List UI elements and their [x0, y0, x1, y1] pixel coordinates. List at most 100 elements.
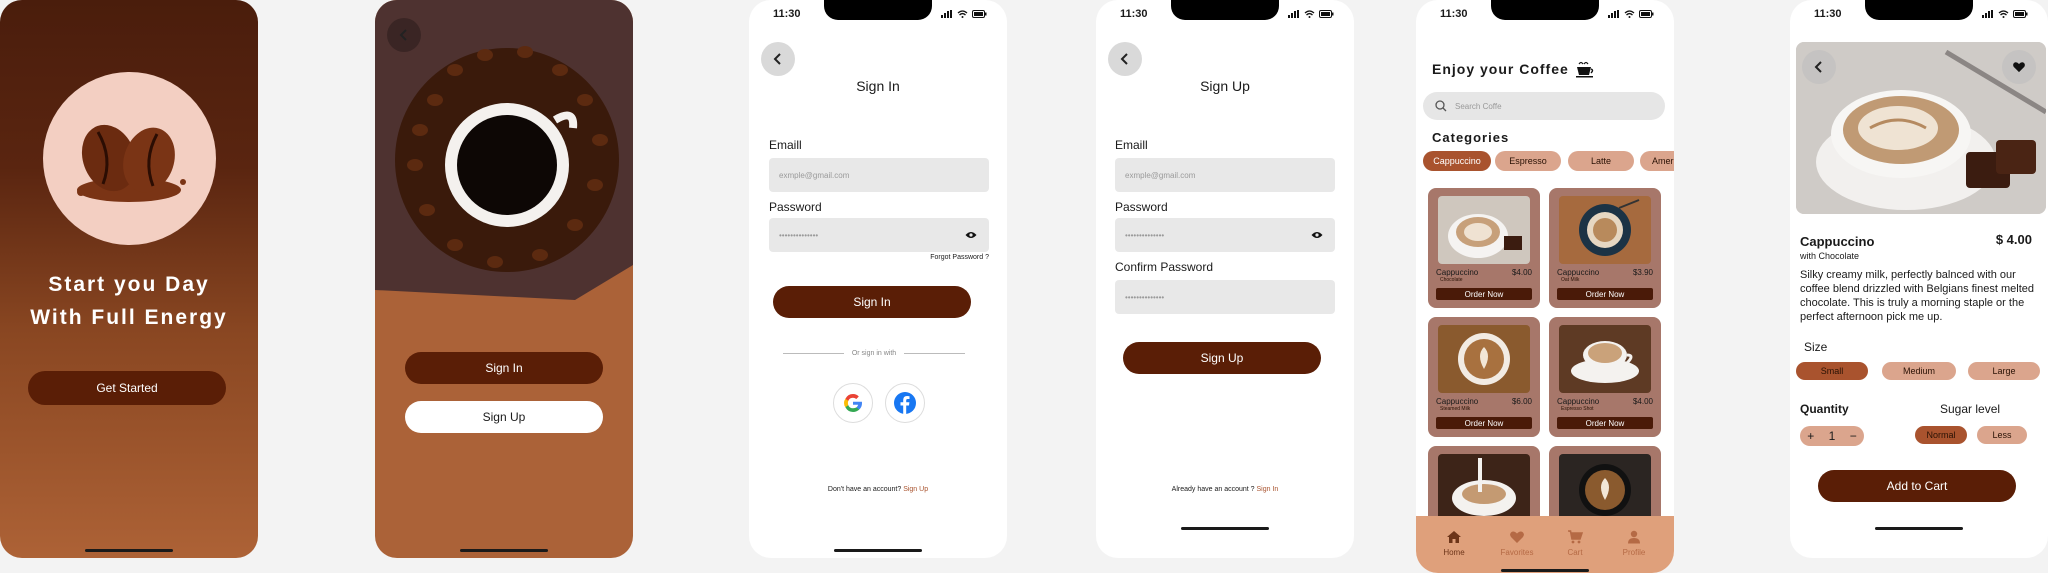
back-button[interactable] [1108, 42, 1142, 76]
nav-home-label: Home [1443, 548, 1465, 557]
espresso-cup-icon [1571, 341, 1639, 383]
signin-prompt: Already have an account ? Sign In [1096, 486, 1354, 493]
add-to-cart-button[interactable]: Add to Cart [1818, 470, 2016, 502]
password-field[interactable]: •••••••••••••• [1115, 218, 1335, 252]
email-label: Emaill [769, 138, 802, 152]
email-field[interactable]: exmple@gmail.com [1115, 158, 1335, 192]
headline-line-1: Start you Day [48, 273, 210, 296]
nav-cart[interactable]: Cart [1555, 530, 1595, 557]
divider-text: Or sign in with [851, 350, 897, 357]
order-now-button[interactable]: Order Now [1436, 288, 1532, 300]
status-time: 11:30 [1440, 8, 1468, 20]
wifi-icon [1624, 10, 1635, 18]
home-icon [1447, 531, 1461, 543]
nav-home[interactable]: Home [1434, 530, 1474, 557]
eye-icon[interactable] [1311, 231, 1323, 239]
status-icons [1288, 10, 1334, 18]
category-chip-americano[interactable]: Amer [1640, 151, 1674, 171]
product-description: Silky creamy milk, perfectly balnced wit… [1800, 269, 2034, 323]
product-image [1438, 196, 1530, 264]
signin-link[interactable]: Sign In [1257, 486, 1279, 493]
product-name: Cappuccino [1436, 268, 1479, 277]
chevron-left-icon [1120, 53, 1128, 65]
quantity-stepper: + 1 − [1800, 426, 1864, 446]
search-bar[interactable]: Search Coffe [1423, 92, 1665, 120]
signup-link[interactable]: Sign Up [903, 486, 928, 493]
sign-up-screen: 11:30 Sign Up Emaill exmple@gmail.com Pa… [1096, 0, 1354, 558]
sugar-less[interactable]: Less [1977, 426, 2027, 444]
home-indicator [1501, 569, 1589, 572]
sign-up-button[interactable]: Sign Up [405, 401, 603, 433]
back-button[interactable] [1802, 50, 1836, 84]
home-title: Enjoy your Coffee [1432, 61, 1569, 77]
detail-screen: 11:30 Cappuccino $ 4.00 with Chocolate S… [1790, 0, 2048, 558]
product-card[interactable]: Cappuccino $4.00 Espresso Shot Order Now [1549, 317, 1661, 437]
order-now-button[interactable]: Order Now [1557, 288, 1653, 300]
nav-cart-label: Cart [1567, 548, 1583, 557]
product-image [1438, 454, 1530, 522]
signal-icon [1982, 10, 1993, 18]
nav-profile-label: Profile [1622, 548, 1646, 557]
cappuccino-cup-icon [1448, 214, 1522, 258]
product-card[interactable]: Cappuccino $6.00 Steamed Milk Order Now [1428, 317, 1540, 437]
signup-prompt-text: Don't have an account? [827, 486, 902, 493]
status-time: 11:30 [1120, 8, 1148, 20]
home-indicator [1875, 527, 1963, 530]
confirm-password-field[interactable]: •••••••••••••• [1115, 280, 1335, 314]
product-image [1559, 454, 1651, 522]
product-price: $3.90 [1632, 268, 1653, 277]
decrement-button[interactable]: − [1850, 429, 1857, 443]
increment-button[interactable]: + [1807, 429, 1814, 443]
eye-icon[interactable] [965, 231, 977, 239]
password-field[interactable]: •••••••••••••• [769, 218, 989, 252]
bottom-nav: Home Favorites Cart Profile [1416, 516, 1674, 573]
page-title: Sign Up [1200, 78, 1250, 94]
product-price: $4.00 [1511, 268, 1532, 277]
quantity-label: Quantity [1800, 402, 1849, 416]
google-icon [844, 394, 862, 412]
splash-illustration [43, 72, 216, 245]
order-now-button[interactable]: Order Now [1557, 417, 1653, 429]
category-chip-cappuccino[interactable]: Cappuccino [1423, 151, 1491, 171]
search-input[interactable]: Search Coffe [1455, 102, 1502, 111]
size-label: Size [1804, 340, 1828, 354]
chevron-left-icon [399, 29, 407, 41]
order-now-button[interactable]: Order Now [1436, 417, 1532, 429]
email-field[interactable]: exmple@gmail.com [769, 158, 989, 192]
heart-icon [2013, 62, 2025, 73]
product-price: $4.00 [1632, 397, 1653, 406]
size-medium[interactable]: Medium [1882, 362, 1956, 380]
size-large[interactable]: Large [1968, 362, 2040, 380]
google-button[interactable] [833, 383, 873, 423]
nav-profile[interactable]: Profile [1614, 530, 1654, 557]
facebook-icon [894, 392, 916, 414]
coffee-cup-icon [1575, 61, 1593, 78]
sign-in-button[interactable]: Sign In [773, 286, 971, 318]
signin-prompt-text: Already have an account ? [1171, 486, 1255, 493]
signup-prompt: Don't have an account? Sign Up [749, 486, 1007, 493]
product-subtitle: Chocolate [1440, 277, 1463, 283]
sign-up-button[interactable]: Sign Up [1123, 342, 1321, 374]
latte-art-dark-cup-icon [1579, 464, 1631, 516]
favorite-button[interactable] [2002, 50, 2036, 84]
divider-line-left [783, 353, 844, 354]
product-name: Cappuccino [1800, 234, 1875, 249]
category-chip-latte[interactable]: Latte [1568, 151, 1634, 171]
product-card[interactable]: Cappuccino $4.00 Chocolate Order Now [1428, 188, 1540, 308]
coffee-cup-topview-icon [1579, 199, 1640, 256]
battery-icon [2013, 10, 2028, 18]
size-small[interactable]: Small [1796, 362, 1868, 380]
back-button[interactable] [761, 42, 795, 76]
nav-favorites[interactable]: Favorites [1497, 530, 1537, 557]
status-time: 11:30 [1814, 8, 1842, 20]
back-button[interactable] [387, 18, 421, 52]
facebook-button[interactable] [885, 383, 925, 423]
sugar-normal[interactable]: Normal [1915, 426, 1967, 444]
status-time: 11:30 [773, 8, 801, 20]
product-card[interactable]: Cappuccino $3.90 Oat Milk Order Now [1549, 188, 1661, 308]
milk-pour-icon [1452, 458, 1516, 516]
get-started-button[interactable]: Get Started [28, 371, 226, 405]
category-chip-espresso[interactable]: Espresso [1495, 151, 1561, 171]
forgot-password-link[interactable]: Forgot Password ? [930, 254, 989, 261]
sign-in-button[interactable]: Sign In [405, 352, 603, 384]
